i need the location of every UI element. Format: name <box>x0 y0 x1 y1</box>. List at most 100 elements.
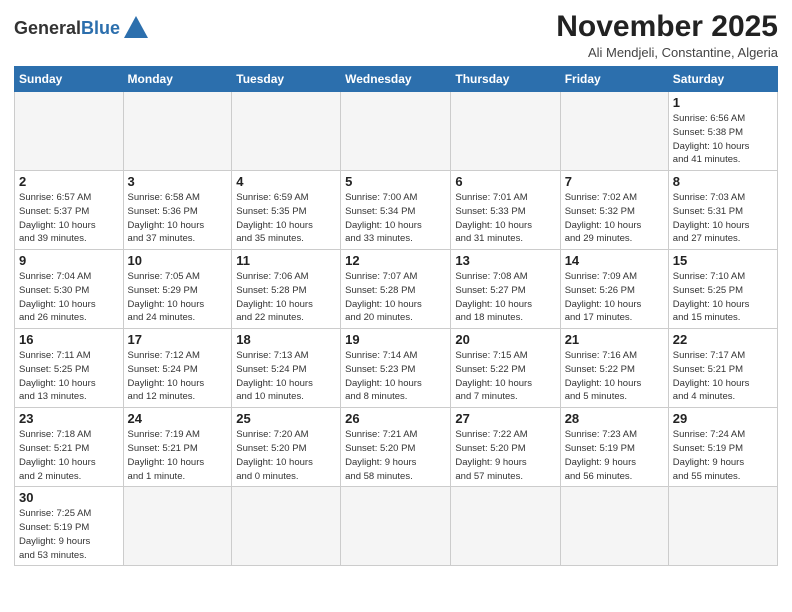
title-block: November 2025 Ali Mendjeli, Constantine,… <box>556 10 778 60</box>
day-number: 4 <box>236 174 336 189</box>
day-number: 30 <box>19 490 119 505</box>
day-number: 27 <box>455 411 555 426</box>
table-row <box>560 487 668 566</box>
table-row <box>451 92 560 171</box>
table-row <box>560 92 668 171</box>
logo: GeneralBlue <box>14 14 150 42</box>
day-number: 24 <box>128 411 228 426</box>
table-row: 29 Sunrise: 7:24 AM Sunset: 5:19 PM Dayli… <box>668 408 777 487</box>
day-number: 17 <box>128 332 228 347</box>
day-info: Sunrise: 7:12 AM Sunset: 5:24 PM Dayligh… <box>128 349 228 404</box>
table-row: 1Sunrise: 6:56 AM Sunset: 5:38 PM Daylig… <box>668 92 777 171</box>
table-row: 25 Sunrise: 7:20 AM Sunset: 5:20 PM Dayli… <box>232 408 341 487</box>
day-number: 2 <box>19 174 119 189</box>
day-number: 6 <box>455 174 555 189</box>
day-info: Sunrise: 7:04 AM Sunset: 5:30 PM Dayligh… <box>19 270 119 325</box>
logo-general: General <box>14 18 81 38</box>
table-row: 18 Sunrise: 7:13 AM Sunset: 5:24 PM Dayli… <box>232 329 341 408</box>
table-row: 30Sunrise: 7:25 AM Sunset: 5:19 PM Dayli… <box>15 487 124 566</box>
calendar-row: 1Sunrise: 6:56 AM Sunset: 5:38 PM Daylig… <box>15 92 778 171</box>
day-number: 11 <box>236 253 336 268</box>
th-monday: Monday <box>123 67 232 92</box>
table-row: 4 Sunrise: 6:59 AM Sunset: 5:35 PM Daylig… <box>232 171 341 250</box>
day-number: 25 <box>236 411 336 426</box>
day-number: 9 <box>19 253 119 268</box>
day-number: 15 <box>673 253 773 268</box>
day-number: 28 <box>565 411 664 426</box>
table-row: 24Sunrise: 7:19 AM Sunset: 5:21 PM Dayli… <box>123 408 232 487</box>
day-number: 16 <box>19 332 119 347</box>
table-row <box>123 92 232 171</box>
day-info: Sunrise: 7:06 AM Sunset: 5:28 PM Dayligh… <box>236 270 336 325</box>
table-row: 10Sunrise: 7:05 AM Sunset: 5:29 PM Dayli… <box>123 250 232 329</box>
logo-text: GeneralBlue <box>14 19 120 37</box>
day-info: Sunrise: 7:02 AM Sunset: 5:32 PM Dayligh… <box>565 191 664 246</box>
table-row: 7Sunrise: 7:02 AM Sunset: 5:32 PM Daylig… <box>560 171 668 250</box>
table-row: 5Sunrise: 7:00 AM Sunset: 5:34 PM Daylig… <box>341 171 451 250</box>
weekday-header-row: Sunday Monday Tuesday Wednesday Thursday… <box>15 67 778 92</box>
th-tuesday: Tuesday <box>232 67 341 92</box>
th-friday: Friday <box>560 67 668 92</box>
table-row <box>668 487 777 566</box>
table-row <box>232 92 341 171</box>
day-info: Sunrise: 6:56 AM Sunset: 5:38 PM Dayligh… <box>673 112 773 167</box>
table-row: 11 Sunrise: 7:06 AM Sunset: 5:28 PM Dayli… <box>232 250 341 329</box>
logo-icon <box>122 14 150 42</box>
day-info: Sunrise: 7:03 AM Sunset: 5:31 PM Dayligh… <box>673 191 773 246</box>
day-info: Sunrise: 7:23 AM Sunset: 5:19 PM Dayligh… <box>565 428 664 483</box>
table-row <box>451 487 560 566</box>
day-info: Sunrise: 7:21 AM Sunset: 5:20 PM Dayligh… <box>345 428 446 483</box>
table-row: 8 Sunrise: 7:03 AM Sunset: 5:31 PM Daylig… <box>668 171 777 250</box>
day-info: Sunrise: 7:08 AM Sunset: 5:27 PM Dayligh… <box>455 270 555 325</box>
page: GeneralBlue November 2025 Ali Mendjeli, … <box>0 0 792 612</box>
day-info: Sunrise: 7:07 AM Sunset: 5:28 PM Dayligh… <box>345 270 446 325</box>
table-row: 23Sunrise: 7:18 AM Sunset: 5:21 PM Dayli… <box>15 408 124 487</box>
table-row: 13Sunrise: 7:08 AM Sunset: 5:27 PM Dayli… <box>451 250 560 329</box>
day-number: 20 <box>455 332 555 347</box>
day-info: Sunrise: 7:20 AM Sunset: 5:20 PM Dayligh… <box>236 428 336 483</box>
day-info: Sunrise: 7:01 AM Sunset: 5:33 PM Dayligh… <box>455 191 555 246</box>
day-info: Sunrise: 6:57 AM Sunset: 5:37 PM Dayligh… <box>19 191 119 246</box>
day-info: Sunrise: 7:18 AM Sunset: 5:21 PM Dayligh… <box>19 428 119 483</box>
day-number: 22 <box>673 332 773 347</box>
table-row <box>123 487 232 566</box>
logo-blue: Blue <box>81 18 120 38</box>
table-row: 9 Sunrise: 7:04 AM Sunset: 5:30 PM Daylig… <box>15 250 124 329</box>
table-row: 6 Sunrise: 7:01 AM Sunset: 5:33 PM Daylig… <box>451 171 560 250</box>
table-row: 3Sunrise: 6:58 AM Sunset: 5:36 PM Daylig… <box>123 171 232 250</box>
th-saturday: Saturday <box>668 67 777 92</box>
table-row: 12 Sunrise: 7:07 AM Sunset: 5:28 PM Dayli… <box>341 250 451 329</box>
day-info: Sunrise: 6:59 AM Sunset: 5:35 PM Dayligh… <box>236 191 336 246</box>
table-row <box>341 487 451 566</box>
day-info: Sunrise: 7:14 AM Sunset: 5:23 PM Dayligh… <box>345 349 446 404</box>
th-sunday: Sunday <box>15 67 124 92</box>
table-row: 15Sunrise: 7:10 AM Sunset: 5:25 PM Dayli… <box>668 250 777 329</box>
day-number: 18 <box>236 332 336 347</box>
table-row: 19 Sunrise: 7:14 AM Sunset: 5:23 PM Dayli… <box>341 329 451 408</box>
calendar-row: 23Sunrise: 7:18 AM Sunset: 5:21 PM Dayli… <box>15 408 778 487</box>
calendar-subtitle: Ali Mendjeli, Constantine, Algeria <box>556 45 778 60</box>
day-info: Sunrise: 7:09 AM Sunset: 5:26 PM Dayligh… <box>565 270 664 325</box>
day-info: Sunrise: 7:13 AM Sunset: 5:24 PM Dayligh… <box>236 349 336 404</box>
header: GeneralBlue November 2025 Ali Mendjeli, … <box>14 10 778 60</box>
day-number: 29 <box>673 411 773 426</box>
day-info: Sunrise: 7:22 AM Sunset: 5:20 PM Dayligh… <box>455 428 555 483</box>
day-info: Sunrise: 7:24 AM Sunset: 5:19 PM Dayligh… <box>673 428 773 483</box>
table-row: 20Sunrise: 7:15 AM Sunset: 5:22 PM Dayli… <box>451 329 560 408</box>
day-number: 19 <box>345 332 446 347</box>
table-row: 17 Sunrise: 7:12 AM Sunset: 5:24 PM Dayli… <box>123 329 232 408</box>
table-row <box>232 487 341 566</box>
table-row: 2 Sunrise: 6:57 AM Sunset: 5:37 PM Daylig… <box>15 171 124 250</box>
table-row: 22Sunrise: 7:17 AM Sunset: 5:21 PM Dayli… <box>668 329 777 408</box>
day-number: 8 <box>673 174 773 189</box>
calendar-row: 16Sunrise: 7:11 AM Sunset: 5:25 PM Dayli… <box>15 329 778 408</box>
day-info: Sunrise: 6:58 AM Sunset: 5:36 PM Dayligh… <box>128 191 228 246</box>
table-row <box>341 92 451 171</box>
day-number: 14 <box>565 253 664 268</box>
table-row: 28 Sunrise: 7:23 AM Sunset: 5:19 PM Dayli… <box>560 408 668 487</box>
table-row <box>15 92 124 171</box>
day-number: 12 <box>345 253 446 268</box>
calendar-title: November 2025 <box>556 10 778 43</box>
table-row: 16Sunrise: 7:11 AM Sunset: 5:25 PM Dayli… <box>15 329 124 408</box>
day-info: Sunrise: 7:05 AM Sunset: 5:29 PM Dayligh… <box>128 270 228 325</box>
